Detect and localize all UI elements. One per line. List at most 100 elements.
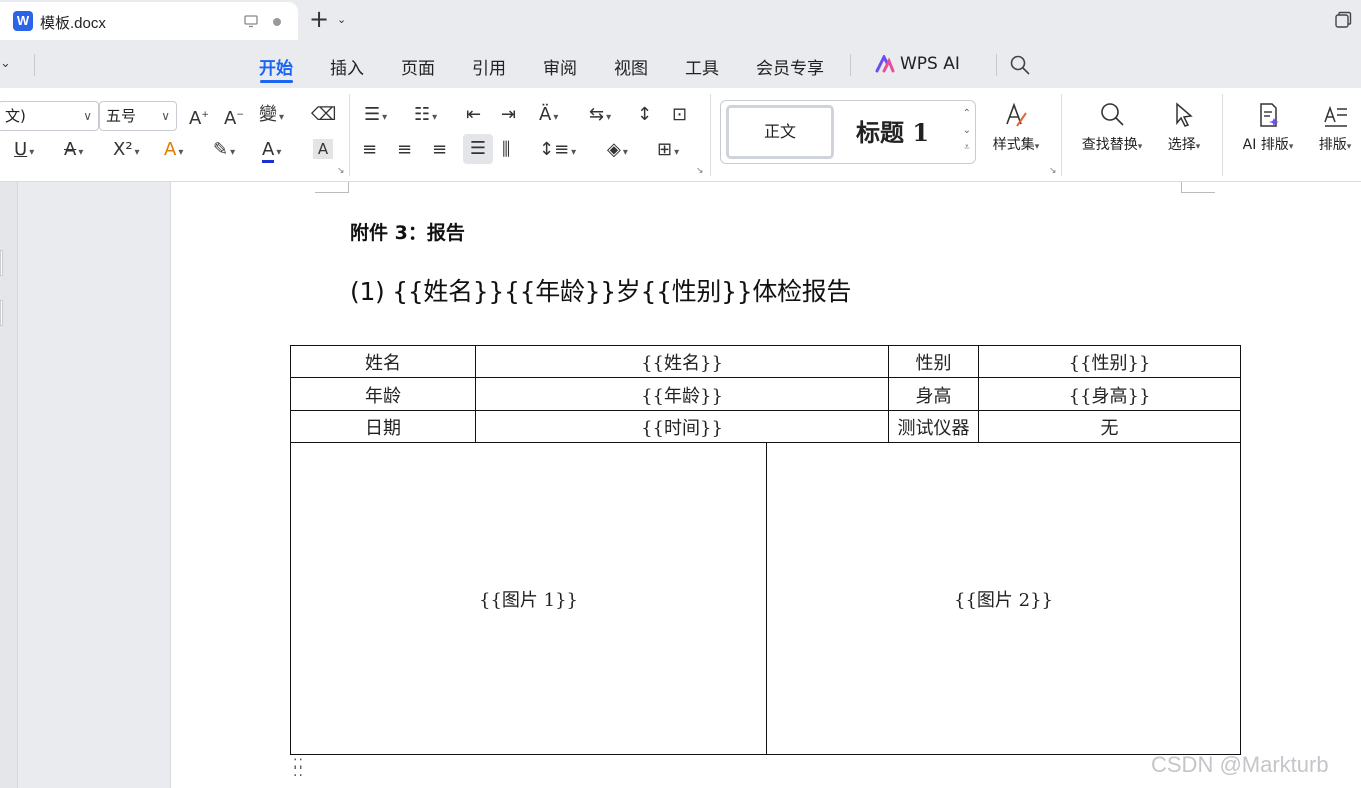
ribbon-divider: [1061, 94, 1062, 176]
ai-layout-button[interactable]: AI 排版▾: [1234, 100, 1302, 154]
table-cell[interactable]: {{年龄}}: [476, 382, 888, 408]
decrease-font-icon[interactable]: A−: [224, 104, 244, 130]
menu-tab-references[interactable]: 引用: [472, 54, 506, 79]
find-replace-label: 查找替换▾: [1081, 137, 1143, 153]
table-cell[interactable]: {{时间}}: [476, 414, 888, 440]
table-cell[interactable]: 测试仪器: [889, 414, 978, 440]
menu-divider: [996, 54, 997, 76]
document-tab[interactable]: W 模板.docx: [0, 2, 298, 40]
report-table[interactable]: 姓名 {{姓名}} 性别 {{性别}} 年龄 {{年龄}} 身高 {{身高}} …: [290, 345, 1241, 755]
dialog-launcher-icon[interactable]: ↘: [337, 166, 345, 176]
table-cell[interactable]: 日期: [291, 414, 475, 440]
numbered-list-icon[interactable]: ☷ ▾: [414, 104, 437, 129]
style-set-button[interactable]: 样式集▾: [986, 100, 1046, 154]
active-tab-underline: [260, 80, 293, 83]
table-cell[interactable]: 身高: [889, 382, 978, 408]
margin-corner-mark: [315, 182, 349, 193]
line-spacing-icon[interactable]: ↕≡ ▾: [539, 139, 576, 164]
style-heading-1[interactable]: 标题 1: [856, 113, 929, 148]
unsaved-dot-icon[interactable]: [273, 18, 281, 26]
layout-button[interactable]: 排版▾: [1310, 100, 1360, 154]
chevron-down-icon[interactable]: ⌄: [337, 13, 346, 26]
phonetic-guide-icon[interactable]: 變 ▾: [259, 104, 284, 129]
character-shading-icon[interactable]: A: [313, 139, 333, 159]
layout-label: 排版▾: [1318, 137, 1352, 153]
highlight-icon[interactable]: ✎ ▾: [213, 139, 235, 164]
paragraph-shading-icon[interactable]: ◈ ▾: [607, 139, 628, 164]
attachment-heading[interactable]: 附件 3：报告: [350, 218, 465, 245]
text-direction-icon[interactable]: Ä ▾: [539, 104, 558, 129]
new-tab-plus-icon[interactable]: +: [308, 7, 330, 31]
menu-tab-home[interactable]: 开始: [259, 54, 293, 79]
align-right-icon[interactable]: ≡: [432, 139, 447, 161]
cursor-arrow-icon: [1176, 102, 1193, 127]
align-center-icon[interactable]: ≡: [397, 139, 412, 161]
dialog-launcher-icon[interactable]: ↘: [696, 166, 704, 176]
align-justify-icon[interactable]: ☰: [463, 134, 493, 164]
distributed-align-icon[interactable]: ⫼: [502, 139, 510, 161]
chevron-down-icon[interactable]: ⌄: [0, 56, 11, 71]
menu-divider: [34, 54, 35, 76]
menu-tab-review[interactable]: 审阅: [543, 54, 577, 79]
gallery-scroll-icon[interactable]: ⌃ ⌄ ⩡: [963, 105, 971, 156]
select-button[interactable]: 选择▾: [1160, 100, 1208, 154]
watermark: CSDN @Markturb: [1151, 752, 1329, 777]
image-placeholder-cell[interactable]: {{图片 1}}: [291, 586, 766, 612]
table-cell[interactable]: 无: [979, 414, 1240, 440]
layout-icon: [1324, 105, 1347, 127]
ruler-marker[interactable]: [0, 300, 3, 326]
dialog-launcher-icon[interactable]: ↘: [1049, 166, 1057, 176]
underline-icon[interactable]: U ▾: [14, 139, 34, 164]
superscript-icon[interactable]: X² ▾: [113, 139, 140, 164]
text-effect-icon[interactable]: A ▾: [164, 139, 183, 164]
report-title[interactable]: (1) {{姓名}}{{年龄}}岁{{性别}}体检报告: [350, 272, 851, 308]
select-label: 选择▾: [1167, 137, 1201, 153]
style-normal[interactable]: 正文: [726, 105, 834, 159]
ruler-marker[interactable]: [0, 250, 3, 276]
style-set-label: 样式集▾: [992, 137, 1040, 153]
vertical-ruler[interactable]: [0, 182, 18, 788]
font-color-icon[interactable]: A ▾: [262, 139, 281, 164]
menu-tab-wps-ai[interactable]: WPS AI: [900, 54, 960, 74]
font-size-select[interactable]: 五号 ∨: [99, 101, 177, 131]
window-restore-icon[interactable]: [1334, 11, 1352, 29]
table-gridline: [291, 410, 1240, 411]
table-move-handle-icon[interactable]: ⁚⁚ ⁚⁚: [293, 758, 304, 779]
chevron-down-icon: ∨: [83, 109, 92, 123]
menu-tab-insert[interactable]: 插入: [330, 54, 364, 79]
monitor-icon[interactable]: [243, 13, 259, 29]
ribbon-divider: [1222, 94, 1223, 176]
table-cell[interactable]: {{身高}}: [979, 382, 1240, 408]
find-replace-button[interactable]: 查找替换▾: [1074, 100, 1150, 154]
table-cell[interactable]: 性别: [889, 349, 978, 375]
menu-bar: ⌄ 开始 插入 页面 引用 审阅 视图 工具 会员专享 WPS AI: [0, 42, 1361, 88]
chevron-down-icon: ∨: [161, 109, 170, 123]
table-cell[interactable]: {{性别}}: [979, 349, 1240, 375]
align-left-icon[interactable]: ≡: [362, 139, 377, 161]
strikethrough-icon[interactable]: A ▾: [64, 139, 83, 164]
ribbon-divider: [710, 94, 711, 176]
font-size-value: 五号: [106, 107, 137, 125]
show-marks-icon[interactable]: ⊡: [672, 104, 687, 126]
tab-bar: W 模板.docx + ⌄: [0, 0, 1361, 42]
menu-tab-member[interactable]: 会员专享: [756, 54, 824, 79]
borders-icon[interactable]: ⊞ ▾: [657, 139, 679, 164]
menu-tab-view[interactable]: 视图: [614, 54, 648, 79]
increase-indent-icon[interactable]: ⇥: [501, 104, 516, 126]
table-cell[interactable]: 姓名: [291, 349, 475, 375]
table-cell[interactable]: 年龄: [291, 382, 475, 408]
font-name-select[interactable]: 文) ∨: [0, 101, 99, 131]
image-placeholder-cell[interactable]: {{图片 2}}: [767, 586, 1240, 612]
eraser-icon[interactable]: ⌫: [311, 104, 336, 126]
style-set-icon: [1006, 102, 1027, 127]
text-flow-icon[interactable]: ⇆ ▾: [589, 104, 611, 129]
document-page[interactable]: 附件 3：报告 (1) {{姓名}}{{年龄}}岁{{性别}}体检报告 姓名 {…: [170, 182, 1361, 788]
search-icon[interactable]: [1009, 54, 1031, 76]
decrease-indent-icon[interactable]: ⇤: [466, 104, 481, 126]
menu-tab-page[interactable]: 页面: [401, 54, 435, 79]
menu-tab-tools[interactable]: 工具: [685, 54, 719, 79]
bullet-list-icon[interactable]: ☰ ▾: [364, 104, 387, 129]
increase-font-icon[interactable]: A+: [189, 104, 209, 130]
sort-icon[interactable]: ↕: [637, 104, 652, 126]
table-cell[interactable]: {{姓名}}: [476, 349, 888, 375]
